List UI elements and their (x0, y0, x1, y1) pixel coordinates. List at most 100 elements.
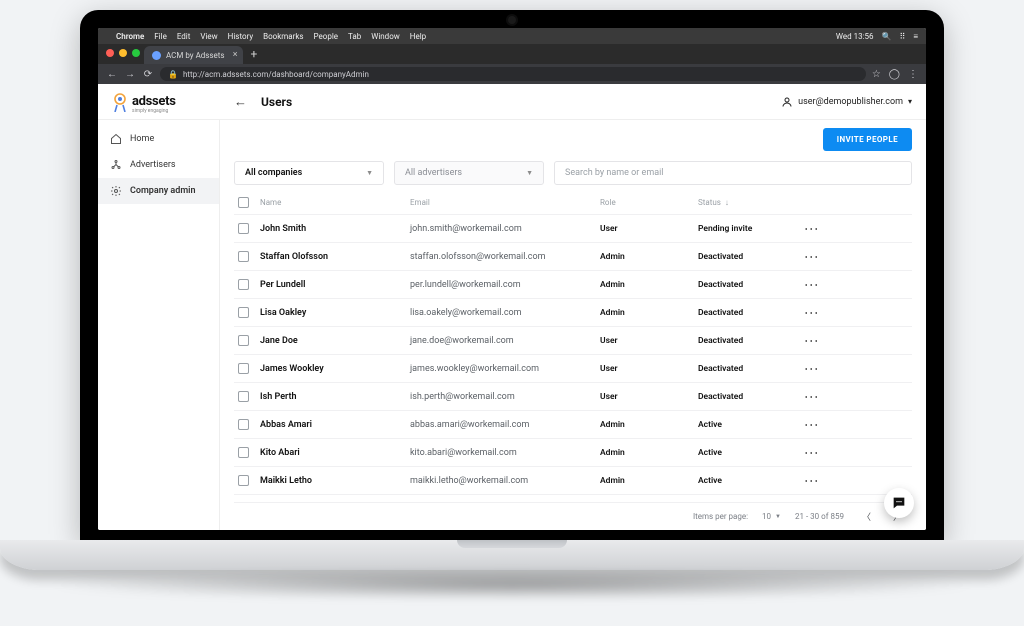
pagination-prev-button[interactable]: 〈 (858, 510, 875, 523)
row-more-icon[interactable]: ⋮ (796, 362, 818, 375)
menu-people[interactable]: People (314, 32, 338, 41)
items-per-page-value: 10 (762, 512, 771, 521)
nav-back-icon[interactable]: ← (106, 69, 118, 80)
th-role[interactable]: Role (600, 198, 698, 207)
row-checkbox[interactable] (238, 363, 249, 374)
control-center-icon[interactable]: ⠿ (899, 32, 905, 41)
invite-people-button[interactable]: INVITE PEOPLE (823, 128, 912, 151)
sidebar-item-company-admin[interactable]: Company admin (98, 178, 219, 204)
th-email[interactable]: Email (410, 198, 600, 207)
cell-status: Active (698, 448, 796, 458)
page-back-button[interactable]: ← (230, 94, 251, 110)
row-checkbox[interactable] (238, 419, 249, 430)
table-header-row: Name Email Role Status ↓ (234, 191, 912, 215)
profile-icon[interactable]: ◯ (889, 69, 900, 80)
laptop-shadow (40, 570, 984, 600)
th-status[interactable]: Status ↓ (698, 198, 796, 207)
advertisers-select[interactable]: All advertisers ▼ (394, 161, 544, 185)
cell-name: Abbas Amari (260, 420, 410, 430)
sidebar-item-home[interactable]: Home (98, 126, 219, 152)
table-row[interactable]: Ish Perthish.perth@workemail.comUserDeac… (234, 383, 912, 411)
table-row[interactable]: Maikki Lethomaikki.letho@workemail.comAd… (234, 467, 912, 495)
nav-reload-icon[interactable]: ⟳ (142, 69, 154, 80)
menu-help[interactable]: Help (410, 32, 426, 41)
address-bar[interactable]: 🔒 http://acm.adssets.com/dashboard/compa… (160, 67, 866, 81)
cell-role: User (600, 392, 698, 402)
menu-file[interactable]: File (154, 32, 167, 41)
row-more-icon[interactable]: ⋮ (796, 446, 818, 459)
row-checkbox[interactable] (238, 279, 249, 290)
row-more-icon[interactable]: ⋮ (796, 222, 818, 235)
search-placeholder: Search by name or email (565, 168, 664, 178)
cell-status: Active (698, 420, 796, 430)
search-input[interactable]: Search by name or email (554, 161, 912, 185)
row-more-icon[interactable]: ⋮ (796, 306, 818, 319)
close-window-icon[interactable] (106, 49, 114, 57)
table-row[interactable]: Staffan Olofssonstaffan.olofsson@workema… (234, 243, 912, 271)
nav-forward-icon[interactable]: → (124, 69, 136, 80)
th-name[interactable]: Name (260, 198, 410, 207)
minimize-window-icon[interactable] (119, 49, 127, 57)
menu-bookmarks[interactable]: Bookmarks (263, 32, 303, 41)
row-more-icon[interactable]: ⋮ (796, 390, 818, 403)
users-table: Name Email Role Status ↓ John Smithjohn.… (234, 191, 912, 502)
brand-logo[interactable]: adssets simply engaging (112, 90, 220, 114)
page-title: Users (261, 95, 292, 109)
menu-window[interactable]: Window (371, 32, 400, 41)
row-checkbox[interactable] (238, 447, 249, 458)
menu-history[interactable]: History (228, 32, 253, 41)
companies-select[interactable]: All companies ▼ (234, 161, 384, 185)
row-checkbox[interactable] (238, 475, 249, 486)
row-checkbox[interactable] (238, 251, 249, 262)
advertisers-select-value: All advertisers (405, 168, 462, 178)
site-lock-icon[interactable]: 🔒 (168, 70, 178, 79)
pagination-label: Items per page: (693, 512, 748, 521)
bookmark-star-icon[interactable]: ☆ (872, 69, 881, 80)
cell-email: per.lundell@workemail.com (410, 280, 600, 290)
window-controls[interactable] (106, 49, 140, 57)
cell-email: james.wookley@workemail.com (410, 364, 600, 374)
row-checkbox[interactable] (238, 223, 249, 234)
chrome-menu-icon[interactable]: ⋮ (908, 69, 918, 80)
chat-fab[interactable] (884, 488, 914, 518)
row-more-icon[interactable]: ⋮ (796, 250, 818, 263)
cell-status: Active (698, 476, 796, 486)
fullscreen-window-icon[interactable] (132, 49, 140, 57)
select-all-checkbox[interactable] (238, 197, 249, 208)
cell-role: User (600, 364, 698, 374)
row-more-icon[interactable]: ⋮ (796, 474, 818, 487)
row-checkbox[interactable] (238, 335, 249, 346)
laptop-camera (508, 16, 516, 24)
cell-status: Deactivated (698, 392, 796, 402)
row-checkbox[interactable] (238, 391, 249, 402)
table-row[interactable]: Jane Doejane.doe@workemail.comUserDeacti… (234, 327, 912, 355)
menu-view[interactable]: View (200, 32, 217, 41)
row-checkbox[interactable] (238, 307, 249, 318)
tab-close-icon[interactable]: × (233, 50, 238, 60)
menu-tab[interactable]: Tab (348, 32, 361, 41)
cell-status: Deactivated (698, 280, 796, 290)
row-more-icon[interactable]: ⋮ (796, 278, 818, 291)
row-more-icon[interactable]: ⋮ (796, 334, 818, 347)
new-tab-button[interactable]: + (243, 47, 266, 61)
cell-email: abbas.amari@workemail.com (410, 420, 600, 430)
browser-tab[interactable]: ACM by Adssets × (144, 46, 243, 64)
header-user[interactable]: user@demopublisher.com ▾ (781, 96, 912, 108)
menu-edit[interactable]: Edit (177, 32, 191, 41)
table-row[interactable]: Per Lundellper.lundell@workemail.comAdmi… (234, 271, 912, 299)
sidebar-item-advertisers[interactable]: Advertisers (98, 152, 219, 178)
row-more-icon[interactable]: ⋮ (796, 418, 818, 431)
advertisers-icon (110, 159, 122, 171)
table-row[interactable]: James Wookleyjames.wookley@workemail.com… (234, 355, 912, 383)
cell-role: Admin (600, 476, 698, 486)
cell-status: Deactivated (698, 252, 796, 262)
spotlight-icon[interactable]: 🔍 (882, 32, 892, 41)
menubar-more-icon[interactable]: ≡ (913, 32, 918, 41)
items-per-page-select[interactable]: 10 ▼ (762, 512, 781, 521)
table-row[interactable]: Kito Abarikito.abari@workemail.comAdminA… (234, 439, 912, 467)
table-row[interactable]: Abbas Amariabbas.amari@workemail.comAdmi… (234, 411, 912, 439)
tab-title: ACM by Adssets (166, 51, 225, 60)
table-row[interactable]: Lisa Oakleylisa.oakely@workemail.comAdmi… (234, 299, 912, 327)
table-row[interactable]: John Smithjohn.smith@workemail.comUserPe… (234, 215, 912, 243)
menu-chrome[interactable]: Chrome (116, 32, 144, 41)
